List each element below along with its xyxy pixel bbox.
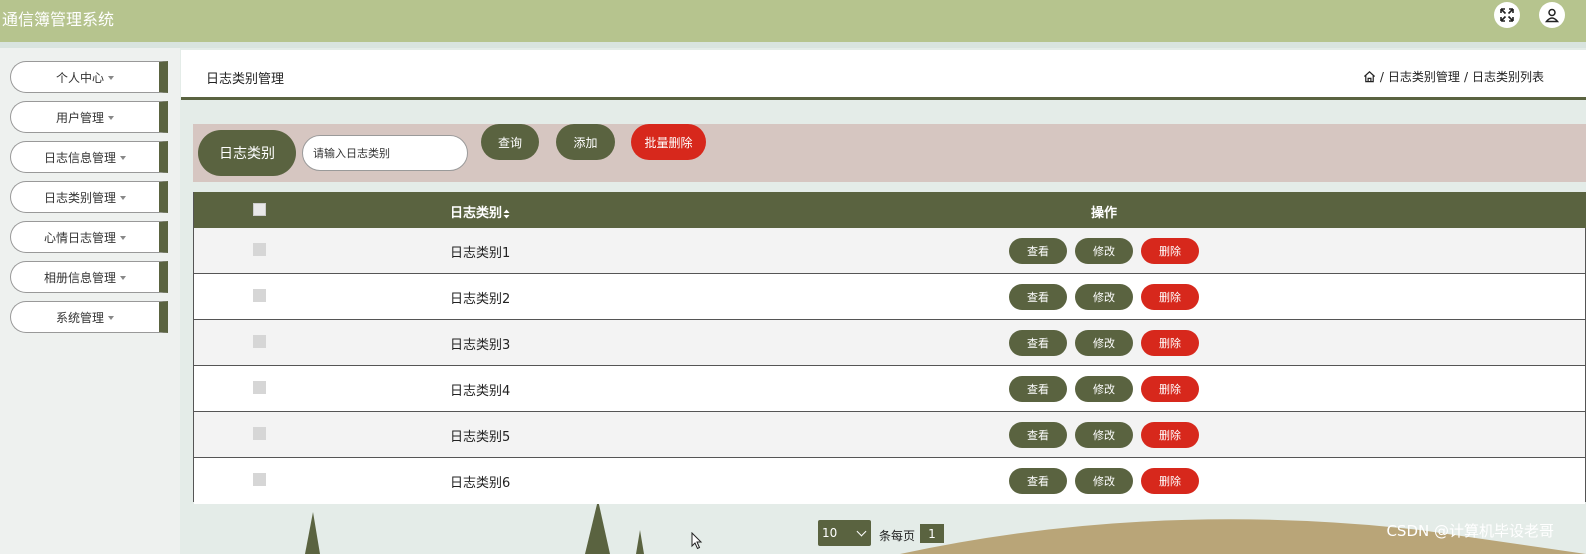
table-header: 日志类别 操作 — [194, 192, 1586, 228]
edit-button[interactable]: 修改 — [1075, 330, 1133, 356]
home-icon[interactable] — [1363, 70, 1376, 83]
sidebar-item-label: 日志类别管理 — [43, 190, 116, 205]
view-button[interactable]: 查看 — [1009, 376, 1067, 402]
mouse-cursor-icon — [691, 532, 703, 550]
delete-button[interactable]: 删除 — [1141, 468, 1199, 494]
sidebar-item-label: 系统管理 — [55, 310, 104, 325]
search-label: 日志类别 — [198, 130, 296, 176]
sidebar-item-label: 心情日志管理 — [43, 230, 116, 245]
chevron-down-icon — [856, 526, 867, 537]
table-row: 日志类别3 查看 修改 删除 — [194, 320, 1585, 366]
caret-down-icon — [120, 155, 126, 160]
row-checkbox[interactable] — [253, 427, 266, 440]
sidebar-item-label: 个人中心 — [55, 70, 104, 85]
cell-category-name: 日志类别5 — [450, 430, 511, 445]
view-button[interactable]: 查看 — [1009, 284, 1067, 310]
sidebar-item-log-info-management[interactable]: 日志信息管理 — [10, 141, 168, 173]
row-checkbox[interactable] — [253, 381, 266, 394]
view-button[interactable]: 查看 — [1009, 238, 1067, 264]
watermark: CSDN @计算机毕设老哥 — [1386, 522, 1554, 540]
sidebar-item-mood-log-management[interactable]: 心情日志管理 — [10, 221, 168, 253]
row-checkbox[interactable] — [253, 335, 266, 348]
edit-button[interactable]: 修改 — [1075, 238, 1133, 264]
page-title: 日志类别管理 — [206, 72, 285, 87]
user-icon — [1544, 8, 1560, 23]
cell-category-name: 日志类别6 — [450, 476, 511, 491]
edit-button[interactable]: 修改 — [1075, 468, 1133, 494]
breadcrumb: / 日志类别管理 / 日志类别列表 — [1363, 68, 1544, 85]
query-button[interactable]: 查询 — [481, 124, 539, 160]
breadcrumb-item[interactable]: 日志类别管理 — [1388, 68, 1460, 85]
row-checkbox[interactable] — [253, 243, 266, 256]
edit-button[interactable]: 修改 — [1075, 284, 1133, 310]
table-row: 日志类别2 查看 修改 删除 — [194, 274, 1585, 320]
cell-category-name: 日志类别1 — [450, 246, 511, 261]
view-button[interactable]: 查看 — [1009, 422, 1067, 448]
page-header: 日志类别管理 / 日志类别管理 / 日志类别列表 — [181, 50, 1586, 100]
search-input[interactable] — [302, 135, 468, 171]
page-size-value: 10 — [822, 526, 838, 540]
delete-button[interactable]: 删除 — [1141, 330, 1199, 356]
page-size-select[interactable]: 10 — [818, 520, 871, 546]
delete-button[interactable]: 删除 — [1141, 422, 1199, 448]
caret-down-icon — [120, 275, 126, 280]
view-button[interactable]: 查看 — [1009, 330, 1067, 356]
fullscreen-button[interactable] — [1494, 2, 1520, 28]
page-number-current[interactable]: 1 — [920, 524, 944, 543]
cell-category-name: 日志类别2 — [450, 292, 511, 307]
sidebar-item-log-category-management[interactable]: 日志类别管理 — [10, 181, 168, 213]
row-checkbox[interactable] — [253, 473, 266, 486]
sort-icon[interactable] — [503, 209, 510, 219]
sidebar-item-user-management[interactable]: 用户管理 — [10, 101, 168, 133]
cell-category-name: 日志类别3 — [450, 338, 511, 353]
caret-down-icon — [120, 235, 126, 240]
sidebar-item-label: 日志信息管理 — [43, 150, 116, 165]
cell-category-name: 日志类别4 — [450, 384, 511, 399]
sidebar-item-album-management[interactable]: 相册信息管理 — [10, 261, 168, 293]
sidebar-item-label: 用户管理 — [55, 110, 104, 125]
delete-button[interactable]: 删除 — [1141, 376, 1199, 402]
sidebar-item-personal-center[interactable]: 个人中心 — [10, 61, 168, 93]
delete-button[interactable]: 删除 — [1141, 284, 1199, 310]
column-header-category[interactable]: 日志类别 — [450, 202, 510, 221]
table-row: 日志类别4 查看 修改 删除 — [194, 366, 1585, 412]
caret-down-icon — [120, 195, 126, 200]
app-title: 通信簿管理系统 — [2, 10, 115, 29]
per-page-label: 条每页 — [879, 529, 916, 543]
edit-button[interactable]: 修改 — [1075, 422, 1133, 448]
top-bar-strip — [0, 42, 1586, 48]
add-button[interactable]: 添加 — [556, 124, 615, 160]
sidebar-item-system-management[interactable]: 系统管理 — [10, 301, 168, 333]
caret-down-icon — [108, 75, 114, 80]
batch-delete-button[interactable]: 批量删除 — [631, 124, 706, 160]
column-header-label: 日志类别 — [450, 206, 503, 221]
data-table: 日志类别 操作 日志类别1 查看 修改 删除 日志类别2 查看 修改 删除 日志… — [193, 192, 1586, 504]
table-row: 日志类别5 查看 修改 删除 — [194, 412, 1585, 458]
table-row: 日志类别6 查看 修改 删除 — [194, 458, 1585, 504]
caret-down-icon — [108, 115, 114, 120]
delete-button[interactable]: 删除 — [1141, 238, 1199, 264]
search-bar: 日志类别 查询 添加 批量删除 — [193, 124, 1586, 182]
edit-button[interactable]: 修改 — [1075, 376, 1133, 402]
breadcrumb-item-current: 日志类别列表 — [1471, 70, 1544, 84]
breadcrumb-separator: / — [1463, 69, 1468, 84]
fullscreen-icon — [1500, 8, 1514, 22]
table-row: 日志类别1 查看 修改 删除 — [194, 228, 1585, 274]
column-header-actions: 操作 — [1091, 206, 1118, 221]
row-checkbox[interactable] — [253, 289, 266, 302]
caret-down-icon — [108, 315, 114, 320]
top-bar: 通信簿管理系统 — [0, 0, 1586, 42]
breadcrumb-separator: / — [1379, 69, 1384, 84]
select-all-checkbox[interactable] — [253, 203, 266, 216]
view-button[interactable]: 查看 — [1009, 468, 1067, 494]
sidebar-item-label: 相册信息管理 — [43, 270, 116, 285]
user-button[interactable] — [1539, 2, 1565, 28]
